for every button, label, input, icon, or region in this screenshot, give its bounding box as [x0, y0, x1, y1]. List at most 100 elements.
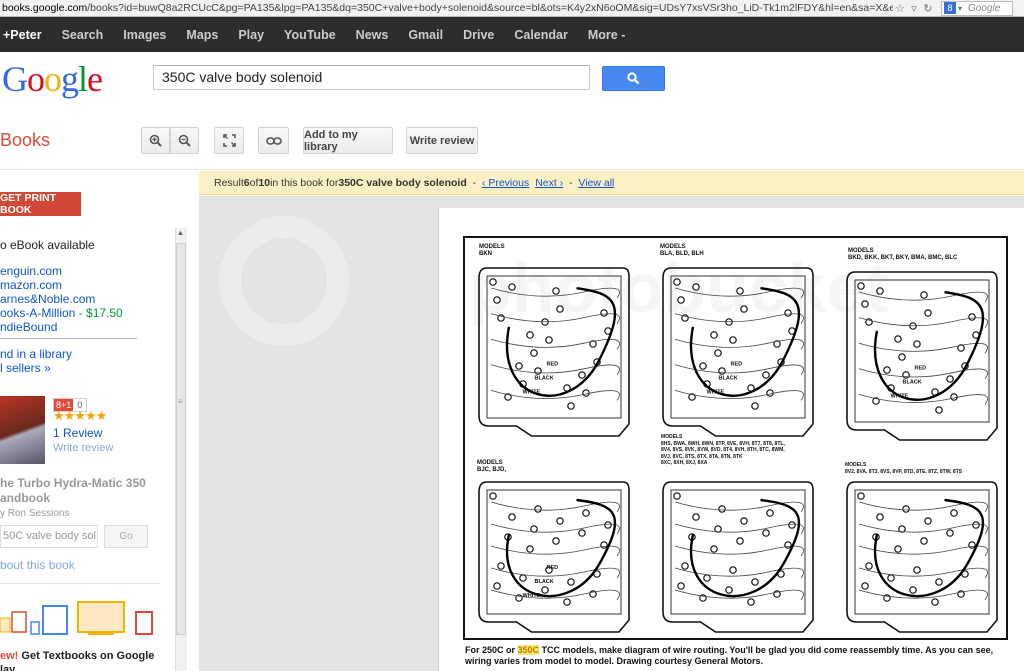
valve-body-panel-4: RED BLACK WHITE [478, 481, 630, 633]
search-button[interactable] [602, 66, 665, 91]
wire-label-red: RED [547, 361, 559, 367]
valve-body-panel-6 [846, 481, 998, 633]
nav-news[interactable]: News [346, 28, 399, 42]
link-icon [265, 136, 282, 145]
textbooks-promo[interactable]: ew! Get Textbooks on Google [0, 650, 154, 662]
add-to-library-button[interactable]: Add to my library [303, 127, 393, 154]
nav-calendar[interactable]: Calendar [504, 28, 578, 42]
ebook-status: o eBook available [0, 238, 95, 252]
nav-gmail[interactable]: Gmail [398, 28, 453, 42]
browser-address-bar[interactable]: books.google.com/books?id=buwQ8a2RCUcC&p… [0, 0, 1024, 17]
valve-body-panel-5 [662, 481, 814, 633]
search-in-book-go-button[interactable]: Go [104, 525, 148, 548]
url-text[interactable]: books.google.com/books?id=buwQ8a2RCUcC&p… [0, 2, 893, 14]
reviews-link[interactable]: 1 Review [53, 426, 102, 440]
wire-label-black: BLACK [535, 579, 554, 585]
wiring-diagram-figure: MODELS BKN MODELS BLA, BLD, BLH MODELS B… [463, 236, 1008, 640]
promo-text-line-2: lay [0, 664, 16, 671]
zoom-in-icon [149, 134, 162, 147]
book-author: y Ron Sessions [0, 508, 70, 519]
find-in-library-link[interactable]: nd in a library [0, 347, 72, 361]
wire-label-red: RED [915, 365, 927, 371]
nav-more[interactable]: More - [578, 28, 636, 42]
nav-profile[interactable]: +Peter [0, 28, 52, 42]
valve-body-panel-2: RED BLACK WHITE [662, 267, 814, 437]
google-top-nav: +Peter Search Images Maps Play YouTube N… [0, 17, 1024, 52]
engine-dropdown-icon[interactable]: ▾ [958, 4, 962, 13]
url-path: /books?id=buwQ8a2RCUcC&pg=PA135&lpg=PA13… [87, 2, 893, 14]
url-host: books.google.com [2, 2, 88, 14]
rating-stars: ★★★★★ [53, 408, 107, 423]
scroll-grip-icon: ≡ [178, 397, 183, 406]
book-cover-thumbnail[interactable] [0, 396, 45, 464]
zoom-out-button[interactable] [170, 127, 199, 154]
search-in-book-input[interactable]: 50C valve body sol [0, 525, 98, 548]
valve-body-panel-1: RED BLACK WHITE [478, 267, 630, 437]
google-engine-icon[interactable]: 8 [944, 2, 956, 14]
caption-highlight: 350C [517, 645, 540, 655]
google-logo[interactable]: Google [2, 58, 103, 100]
book-page[interactable]: photobucket MODELS BKN MODELS BLA, BLD, … [438, 208, 1024, 671]
wire-label-white: WHITE [523, 593, 541, 599]
scroll-up-arrow-icon[interactable]: ▲ [177, 230, 184, 237]
all-sellers-link[interactable]: l sellers » [0, 361, 51, 375]
books-toolbar: Books Add to my library Write review [0, 107, 1024, 170]
result-prefix: Result [214, 176, 244, 189]
promo-new-label: ew! [0, 650, 19, 662]
book-title-line-1: he Turbo Hydra-Matic 350 [0, 476, 146, 490]
nav-youtube[interactable]: YouTube [274, 28, 346, 42]
zoom-in-button[interactable] [141, 127, 170, 154]
books-section-title[interactable]: Books [0, 130, 50, 151]
dropdown-arrow-icon[interactable]: ▿ [907, 2, 921, 15]
previous-result-link[interactable]: ‹ Previous [482, 177, 529, 189]
nav-images[interactable]: Images [113, 28, 176, 42]
write-review-link[interactable]: Write review [53, 442, 113, 454]
nav-drive[interactable]: Drive [453, 28, 504, 42]
result-total: 10 [258, 176, 271, 189]
seller-amazon-link[interactable]: mazon.com [0, 278, 62, 292]
figure-caption: For 250C or 350C TCC models, make diagra… [465, 645, 1010, 667]
wire-label-red: RED [547, 565, 559, 571]
next-result-link[interactable]: Next › [535, 177, 563, 189]
watermark-logo-ring [219, 216, 349, 346]
browser-search-box[interactable]: 8 ▾ Google [941, 0, 1013, 16]
wire-label-white: WHITE [891, 393, 909, 399]
write-review-button[interactable]: Write review [406, 127, 478, 154]
seller-booksamillion: ooks-A-Million - $17.50 [0, 306, 123, 320]
result-sep: - [466, 176, 482, 189]
about-this-book-link[interactable]: bout this book [0, 558, 75, 572]
seller-barnesnoble-link[interactable]: arnes&Noble.com [0, 292, 95, 306]
fullscreen-button[interactable] [214, 127, 244, 154]
promo-text: Get Textbooks on Google [18, 650, 155, 662]
bookmark-star-icon[interactable]: ☆ [893, 2, 907, 15]
wire-label-white: WHITE [523, 389, 541, 395]
valve-body-drawings: REDBLACKWHITEREDBLACKWHITEREDBLACKWHITER… [478, 267, 998, 633]
search-input[interactable]: 350C valve body solenoid [153, 65, 590, 90]
link-button[interactable] [258, 127, 289, 154]
wire-label-black: BLACK [903, 379, 922, 385]
sidebar-scroll-thumb[interactable] [176, 243, 186, 635]
fullscreen-icon [222, 134, 236, 147]
sidebar: GET PRINT BOOK o eBook available enguin.… [0, 171, 198, 671]
view-all-link[interactable]: View all [578, 177, 614, 189]
wire-label-white: WHITE [707, 389, 725, 395]
nav-play[interactable]: Play [228, 28, 274, 42]
search-icon [627, 72, 640, 85]
result-of: of [249, 176, 259, 189]
seller-booksamillion-link[interactable]: ooks-A-Million [0, 306, 75, 320]
booksamillion-price: - $17.50 [75, 306, 123, 320]
get-print-book-button[interactable]: GET PRINT BOOK [0, 192, 81, 216]
caption-pre: For 250C or [465, 645, 518, 655]
seller-indiebound-link[interactable]: ndieBound [0, 320, 57, 334]
book-page-viewer[interactable]: photobucket MODELS BKN MODELS BLA, BLD, … [199, 196, 1024, 671]
zoom-out-icon [178, 134, 191, 147]
book-title-line-2: andbook [0, 491, 50, 505]
search-result-bar: Result 6 of 10 in this book for 350C val… [199, 171, 1024, 195]
reload-icon[interactable]: ↻ [921, 2, 935, 15]
textbook-devices-illustration [0, 601, 153, 635]
nav-search[interactable]: Search [52, 28, 114, 42]
browser-search-placeholder: Google [968, 2, 1001, 14]
result-query: 350C valve body solenoid [338, 176, 467, 189]
nav-maps[interactable]: Maps [176, 28, 228, 42]
seller-penguin-link[interactable]: enguin.com [0, 264, 62, 278]
